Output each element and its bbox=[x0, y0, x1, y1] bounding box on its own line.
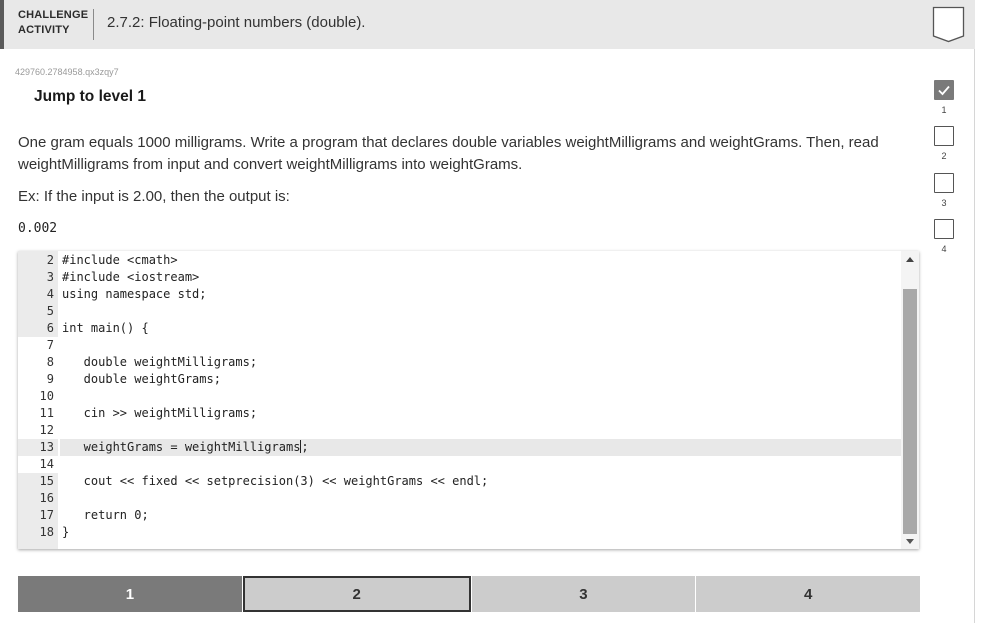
challenge-activity-page: CHALLENGE ACTIVITY 2.7.2: Floating-point… bbox=[0, 0, 975, 623]
line-number: 17 bbox=[39, 508, 54, 522]
code-line[interactable]: 3 #include <iostream> bbox=[18, 269, 901, 286]
example-text: Ex: If the input is 2.00, then the outpu… bbox=[18, 188, 290, 205]
code-line[interactable]: 10 bbox=[18, 388, 901, 405]
code-line[interactable]: 15 cout << fixed << setprecision(3) << w… bbox=[18, 473, 901, 490]
level-button-3[interactable]: 3 bbox=[471, 576, 696, 612]
jump-to-level-heading: Jump to level 1 bbox=[34, 88, 146, 105]
line-number: 15 bbox=[39, 474, 54, 488]
instructions-text: One gram equals 1000 milligrams. Write a… bbox=[18, 134, 879, 173]
line-number: 8 bbox=[46, 355, 54, 369]
check-icon bbox=[934, 80, 954, 100]
level-selector: 1 2 3 4 bbox=[18, 576, 920, 612]
empty-square-icon bbox=[934, 126, 954, 146]
activity-id: 429760.2784958.qx3zqy7 bbox=[15, 67, 119, 77]
code-line[interactable]: 14 bbox=[18, 456, 901, 473]
activity-type-label: CHALLENGE ACTIVITY bbox=[18, 8, 88, 38]
activity-title: 2.7.2: Floating-point numbers (double). bbox=[107, 14, 366, 31]
code-line[interactable]: 16 bbox=[18, 490, 901, 507]
code-text[interactable]: #include <iostream> bbox=[62, 269, 199, 286]
example-output: 0.002 bbox=[18, 221, 58, 236]
code-text[interactable]: return 0; bbox=[62, 507, 149, 524]
line-number: 2 bbox=[46, 253, 54, 267]
empty-square-icon bbox=[934, 219, 954, 239]
level-button-2[interactable]: 2 bbox=[242, 576, 471, 612]
editor-scrollbar[interactable] bbox=[901, 251, 919, 549]
empty-square-icon bbox=[934, 173, 954, 193]
scroll-thumb[interactable] bbox=[903, 289, 917, 534]
code-editor[interactable]: 2 #include <cmath> 3 #include <iostream> 4 us… bbox=[18, 251, 919, 549]
line-number: 18 bbox=[39, 525, 54, 539]
line-number: 3 bbox=[46, 270, 54, 284]
scroll-up-arrow-icon[interactable] bbox=[906, 257, 914, 262]
activity-type-line2: ACTIVITY bbox=[18, 24, 70, 36]
progress-item-3[interactable]: 3 bbox=[934, 173, 956, 208]
progress-item-1[interactable]: 1 bbox=[934, 80, 956, 115]
code-text[interactable]: cin >> weightMilligrams; bbox=[62, 405, 257, 422]
code-line[interactable]: 13 weightGrams = weightMilligrams; bbox=[18, 439, 901, 456]
line-number: 4 bbox=[46, 287, 54, 301]
code-line[interactable]: 4 using namespace std; bbox=[18, 286, 901, 303]
activity-type-line1: CHALLENGE bbox=[18, 9, 89, 21]
code-line[interactable]: 12 bbox=[18, 422, 901, 439]
progress-number: 2 bbox=[941, 151, 947, 161]
progress-item-2[interactable]: 2 bbox=[934, 126, 956, 161]
code-text[interactable]: int main() { bbox=[62, 320, 149, 337]
progress-item-4[interactable]: 4 bbox=[934, 219, 956, 254]
code-text[interactable]: } bbox=[62, 524, 69, 541]
line-number: 5 bbox=[46, 304, 54, 318]
level-button-1[interactable]: 1 bbox=[18, 576, 242, 612]
code-line[interactable]: 2 #include <cmath> bbox=[18, 252, 901, 269]
code-text[interactable]: double weightMilligrams; bbox=[62, 354, 257, 371]
code-line[interactable]: 9 double weightGrams; bbox=[18, 371, 901, 388]
line-number: 13 bbox=[39, 440, 54, 454]
progress-number: 1 bbox=[941, 105, 947, 115]
line-number: 12 bbox=[39, 423, 54, 437]
line-number: 9 bbox=[46, 372, 54, 386]
header-divider bbox=[93, 9, 94, 40]
code-line[interactable]: 11 cin >> weightMilligrams; bbox=[18, 405, 901, 422]
code-line[interactable]: 6 int main() { bbox=[18, 320, 901, 337]
code-text[interactable]: cout << fixed << setprecision(3) << weig… bbox=[62, 473, 489, 490]
progress-number: 4 bbox=[941, 244, 947, 254]
line-number: 11 bbox=[39, 406, 54, 420]
code-line[interactable]: 18} bbox=[18, 524, 901, 541]
line-number: 6 bbox=[46, 321, 54, 335]
bookmark-badge-icon bbox=[932, 6, 965, 43]
code-line[interactable]: 8 double weightMilligrams; bbox=[18, 354, 901, 371]
activity-header: CHALLENGE ACTIVITY 2.7.2: Floating-point… bbox=[0, 0, 975, 49]
line-number: 14 bbox=[39, 457, 54, 471]
code-line[interactable]: 5 bbox=[18, 303, 901, 320]
level-button-4[interactable]: 4 bbox=[696, 576, 920, 612]
code-lines[interactable]: 2 #include <cmath> 3 #include <iostream> 4 us… bbox=[18, 252, 901, 541]
code-text[interactable]: #include <cmath> bbox=[62, 252, 178, 269]
text-cursor bbox=[300, 440, 302, 453]
code-text[interactable]: weightGrams = weightMilligrams; bbox=[62, 439, 309, 456]
line-number: 7 bbox=[46, 338, 54, 352]
line-number: 10 bbox=[39, 389, 54, 403]
code-text[interactable]: using namespace std; bbox=[62, 286, 207, 303]
scroll-down-arrow-icon[interactable] bbox=[906, 539, 914, 544]
progress-number: 3 bbox=[941, 198, 947, 208]
code-line[interactable]: 7 bbox=[18, 337, 901, 354]
line-number: 16 bbox=[39, 491, 54, 505]
code-line[interactable]: 17 return 0; bbox=[18, 507, 901, 524]
code-text[interactable]: double weightGrams; bbox=[62, 371, 221, 388]
